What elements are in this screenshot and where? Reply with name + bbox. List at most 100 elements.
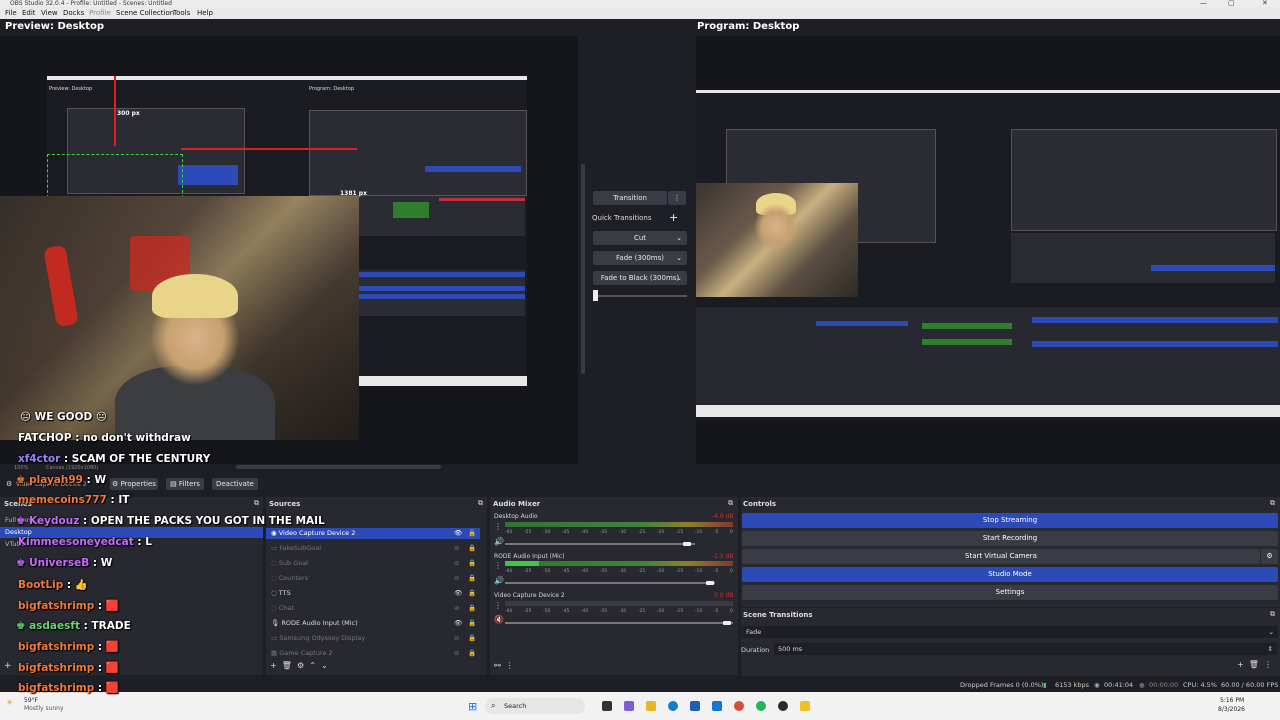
copilot-icon[interactable] [624, 701, 634, 711]
eye-hidden-icon[interactable]: ⊘ [454, 573, 459, 584]
start-icon[interactable]: ⊞ [468, 700, 477, 713]
menu-file[interactable]: File [5, 7, 17, 19]
transition-select[interactable]: Fade ⌄ [742, 626, 1278, 638]
chat-text: : L [137, 536, 152, 548]
quick-transition-fade[interactable]: Fade (300ms) ⌄ [593, 251, 687, 265]
transition-button[interactable]: Transition [593, 191, 667, 205]
volume-slider-knob[interactable] [723, 621, 731, 625]
volume-slider-knob[interactable] [706, 581, 714, 585]
eye-icon[interactable]: 👁 [454, 528, 462, 539]
add-quick-transition-icon[interactable]: + [669, 211, 678, 224]
menu-docks[interactable]: Docks [63, 7, 84, 19]
lock-icon[interactable]: 🔒 [468, 558, 476, 569]
mixer-more-icon[interactable]: ⋮ [506, 661, 514, 670]
menu-profile[interactable]: Profile [89, 7, 111, 19]
app-icon[interactable] [800, 701, 810, 711]
close-icon[interactable]: ✕ [1262, 0, 1268, 7]
duration-spinbox[interactable]: 500 ms ⇕ [774, 643, 1277, 655]
volume-slider-knob[interactable] [683, 542, 691, 546]
start-recording-button[interactable]: Start Recording [742, 531, 1278, 546]
preview-canvas[interactable]: Preview: Desktop Program: Desktop 300 px… [0, 36, 585, 469]
nested-mixer [359, 196, 525, 236]
cpu-usage: CPU: 4.5% [1183, 681, 1217, 689]
mixer-menu-icon[interactable]: ⋮ [494, 522, 502, 531]
chat-user: FATCHOP [18, 432, 72, 444]
t-bar-handle[interactable] [593, 290, 598, 301]
speaker-icon[interactable]: 🔊 [494, 537, 504, 546]
file-explorer-icon[interactable] [646, 701, 656, 711]
dock-undock-icon[interactable]: ⧉ [1270, 610, 1275, 619]
transition-menu-icon[interactable]: ⋮ [668, 191, 686, 205]
eye-hidden-icon[interactable]: ⊘ [454, 633, 459, 644]
taskbar-search[interactable]: ⌕ Search [485, 698, 585, 714]
menu-scene-collection[interactable]: Scene Collection [116, 7, 174, 19]
minimize-icon[interactable]: — [1200, 0, 1207, 7]
eye-icon[interactable]: 👁 [454, 588, 462, 599]
stop-streaming-button[interactable]: Stop Streaming [742, 513, 1278, 528]
chat-message: bigfatshrimp : 🟥 [18, 661, 119, 674]
start-virtual-camera-button[interactable]: Start Virtual Camera [742, 549, 1260, 564]
t-bar-track [593, 295, 687, 297]
quick-transition-cut[interactable]: Cut ⌄ [593, 231, 687, 245]
mixer-menu-icon[interactable]: ⋮ [494, 561, 502, 570]
muted-speaker-icon[interactable]: 🔇 [494, 615, 504, 624]
lock-icon[interactable]: 🔒 [468, 633, 476, 644]
eye-hidden-icon[interactable]: ⊘ [454, 543, 459, 554]
chat-text: : SCAM OF THE CENTURY [63, 453, 211, 465]
nested-meter [393, 202, 429, 218]
audio-scale: -60 -55 -50 -45 -40 -35 -30 -25 -20 -15 -10 -5 0 [505, 569, 733, 574]
menu-edit[interactable]: Edit [22, 7, 36, 19]
preview-v-scrollbar[interactable] [581, 164, 585, 374]
dock-undock-icon[interactable]: ⧉ [728, 499, 733, 508]
volume-slider-track[interactable] [505, 543, 695, 545]
program-webcam [696, 183, 858, 297]
obs-icon[interactable] [778, 701, 788, 711]
quick-transition-fade-black[interactable]: Fade to Black (300ms) ⌄ [593, 271, 687, 285]
weather-icon[interactable]: ☀ [6, 698, 13, 707]
transition-menu-icon[interactable]: ⋮ [1264, 660, 1272, 669]
dock-undock-icon[interactable]: ⧉ [478, 499, 483, 508]
settings-button[interactable]: Settings [742, 585, 1278, 600]
eye-hidden-icon[interactable]: ⊘ [454, 603, 459, 614]
lock-icon[interactable]: 🔒 [468, 618, 476, 629]
transition-value: Fade [746, 628, 762, 636]
nested-preview-label: Preview: Desktop [49, 86, 93, 92]
edge-icon[interactable] [668, 701, 678, 711]
eye-hidden-icon[interactable]: ⊘ [454, 648, 459, 659]
menu-tools[interactable]: Tools [173, 7, 190, 19]
add-scene-icon[interactable]: + [4, 661, 12, 671]
task-view-icon[interactable] [602, 701, 612, 711]
speaker-icon[interactable]: 🔊 [494, 576, 504, 585]
chat-message: 😐 WE GOOD 😐 [20, 411, 107, 423]
chat-message: BootLip : 👍 [18, 578, 88, 591]
mail-icon[interactable] [712, 701, 722, 711]
store-icon[interactable] [690, 701, 700, 711]
eye-icon[interactable]: 👁 [454, 618, 462, 629]
maximize-icon[interactable]: ▢ [1228, 0, 1235, 7]
lock-icon[interactable]: 🔒 [468, 588, 476, 599]
eye-hidden-icon[interactable]: ⊘ [454, 558, 459, 569]
studio-mode-button[interactable]: Studio Mode [742, 567, 1278, 582]
spotify-icon[interactable] [756, 701, 766, 711]
menu-view[interactable]: View [41, 7, 58, 19]
chrome-icon[interactable] [734, 701, 744, 711]
volume-slider-track[interactable] [505, 622, 733, 624]
volume-slider-track[interactable] [505, 582, 715, 584]
dock-undock-icon[interactable]: ⧉ [1270, 499, 1275, 508]
gear-icon[interactable]: ⚙ [6, 480, 12, 488]
lock-icon[interactable]: 🔒 [468, 603, 476, 614]
lock-icon[interactable]: 🔒 [468, 648, 476, 659]
chat-message: bigfatshrimp : 🟥 [18, 599, 119, 612]
lock-icon[interactable]: 🔒 [468, 573, 476, 584]
lock-icon[interactable]: 🔒 [468, 543, 476, 554]
chat-user: asdaesft [29, 620, 80, 632]
link-icon[interactable]: ⚯ [494, 661, 501, 670]
mixer-menu-icon[interactable]: ⋮ [494, 601, 502, 610]
program-nested-meter1 [922, 323, 1012, 329]
virtual-camera-settings-icon[interactable]: ⚙ [1261, 549, 1278, 564]
add-transition-icon[interactable]: + [1237, 660, 1244, 669]
lock-icon[interactable]: 🔒 [468, 528, 476, 539]
chat-user: xf4ctor [18, 453, 61, 465]
trash-icon[interactable]: 🗑 [1249, 660, 1259, 669]
menu-help[interactable]: Help [197, 7, 213, 19]
